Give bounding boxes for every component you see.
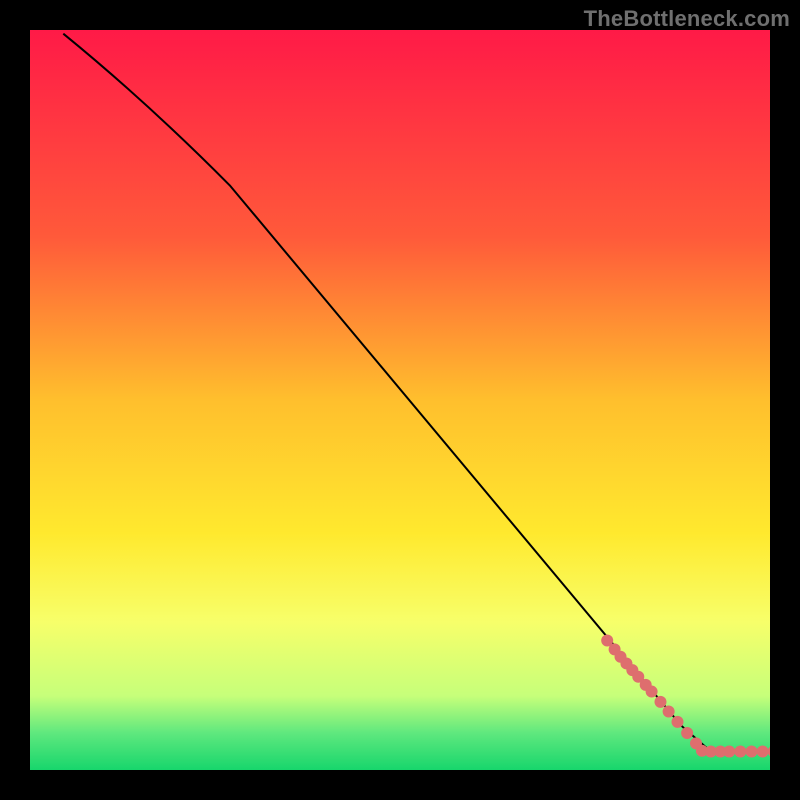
scatter-dot [723,746,735,758]
watermark-text: TheBottleneck.com [584,6,790,32]
gradient-background [30,30,770,770]
scatter-dot [663,706,675,718]
scatter-dot [757,746,769,758]
chart-frame: TheBottleneck.com [0,0,800,800]
scatter-dot [672,716,684,728]
plot-area [30,30,770,770]
chart-svg [30,30,770,770]
scatter-dot [646,686,658,698]
scatter-dot [681,727,693,739]
scatter-dot [734,746,746,758]
scatter-dot [654,696,666,708]
scatter-dot [746,746,758,758]
